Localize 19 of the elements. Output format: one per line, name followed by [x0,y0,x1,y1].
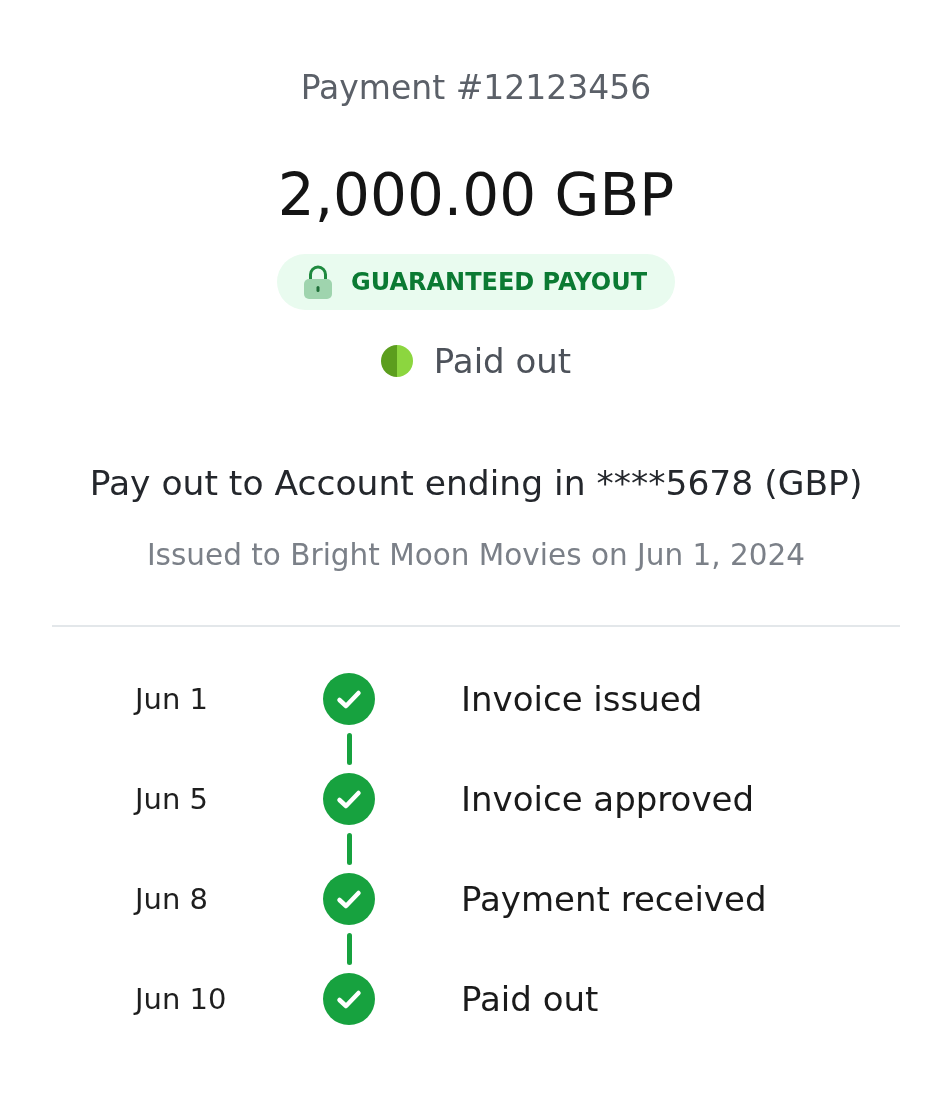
connector-line [346,833,352,865]
issued-note: Issued to Bright Moon Movies on Jun 1, 2024 [146,538,806,572]
step-label: Invoice issued [461,678,704,721]
connector-line [346,933,352,965]
payment-amount: 2,000.00 GBP [277,162,675,228]
padlock-icon [302,265,333,299]
step-label: Payment received [461,878,768,921]
connector-line [346,733,352,765]
step-date: Jun 10 [135,981,228,1018]
payout-destination: Pay out to Account ending in ****5678 (GBP) [89,463,863,503]
half-filled-dot-icon [380,345,413,377]
payment-title: Payment #12123456 [300,68,652,108]
step-label: Invoice approved [461,778,756,821]
step-date: Jun 5 [135,781,209,818]
step-date: Jun 1 [135,681,209,718]
step-date: Jun 8 [135,881,209,918]
status-label: Paid out [433,341,572,381]
badge-label: GUARANTEED PAYOUT [350,268,648,296]
step-label: Paid out [461,978,600,1021]
